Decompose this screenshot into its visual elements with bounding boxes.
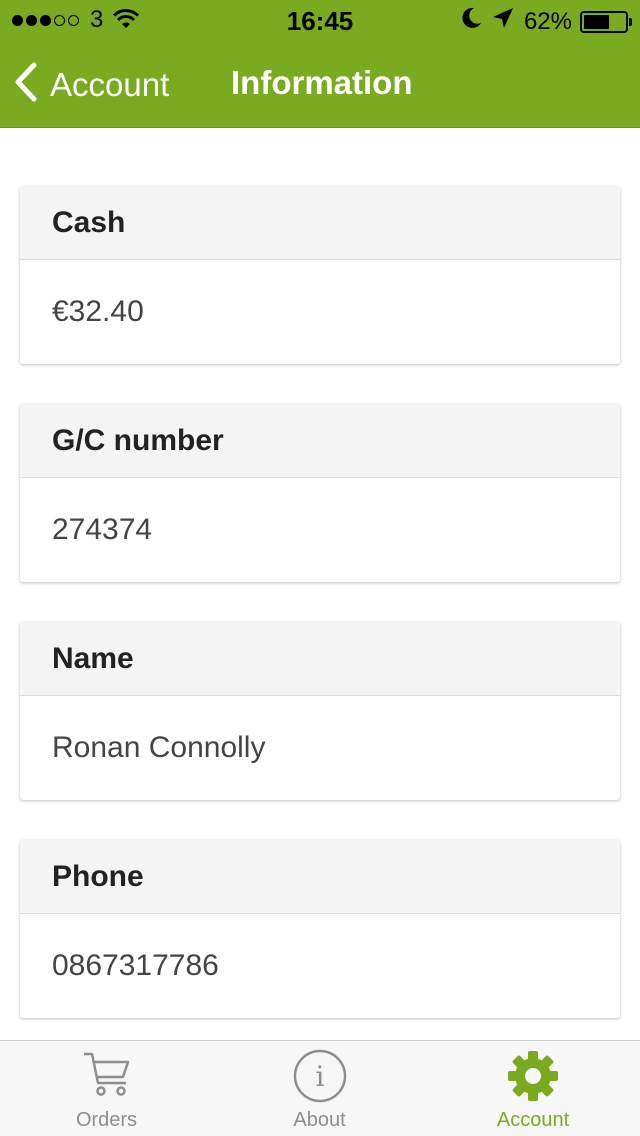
back-button[interactable]: Account [14, 62, 169, 107]
tab-label: Orders [75, 1109, 138, 1131]
location-arrow-icon [492, 7, 524, 36]
navigation-bar: Account Information [0, 40, 640, 128]
status-right: 62% [462, 7, 632, 36]
tab-label: About [293, 1109, 346, 1131]
back-label: Account [50, 65, 170, 103]
account-info-list[interactable]: Cash €32.40 G/C number 274374 Name Ronan… [0, 128, 640, 1040]
phone-card: Phone 0867317786 [20, 840, 620, 1018]
name-card: Name Ronan Connolly [20, 622, 620, 800]
tab-account[interactable]: Account [426, 1041, 640, 1136]
gear-icon [506, 1049, 560, 1108]
card-header: Name [20, 622, 620, 696]
tab-label: Account [496, 1109, 570, 1131]
battery-level [584, 14, 609, 29]
card-header: Cash [20, 186, 620, 260]
moon-icon [462, 7, 492, 36]
tab-about[interactable]: i About [213, 1041, 426, 1136]
battery-icon [580, 10, 632, 33]
tab-orders[interactable]: Orders [0, 1041, 213, 1136]
card-header: G/C number [20, 404, 620, 478]
tab-bar: Orders i About Account [0, 1040, 640, 1136]
cash-card: Cash €32.40 [20, 186, 620, 364]
status-bar: 3 16:45 62% [0, 0, 640, 40]
chevron-left-icon [14, 62, 50, 107]
info-icon: i [293, 1049, 347, 1108]
page-title: Information [231, 64, 413, 101]
card-value: €32.40 [52, 295, 144, 328]
card-value: 274374 [52, 513, 153, 546]
gc-number-card: G/C number 274374 [20, 404, 620, 582]
svg-text:i: i [315, 1060, 324, 1093]
cart-icon [81, 1049, 133, 1106]
card-value: Ronan Connolly [52, 731, 266, 764]
battery-percent: 62% [523, 7, 572, 35]
card-header: Phone [20, 840, 620, 914]
card-value: 0867317786 [52, 949, 219, 982]
